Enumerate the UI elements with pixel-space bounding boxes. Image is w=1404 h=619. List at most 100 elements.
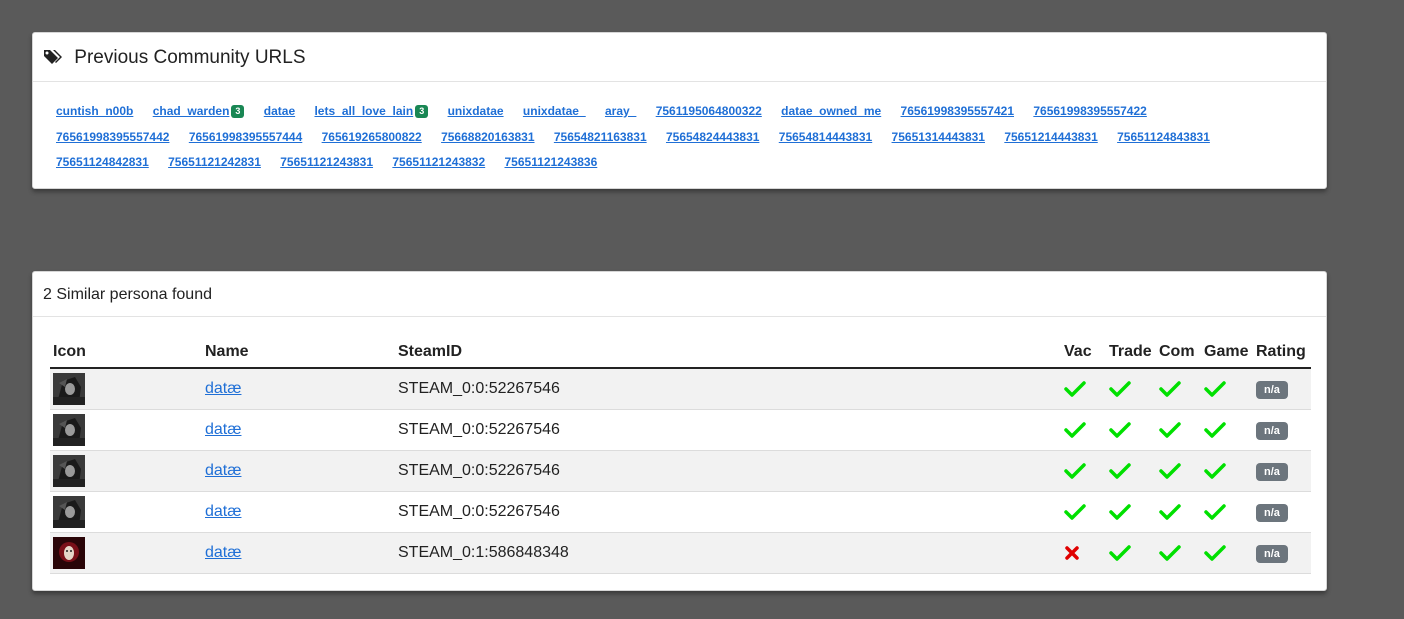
table-row: datæ STEAM_0:0:52267546 n/a [50,368,1311,410]
community-url-label: 75651124843831 [1117,129,1210,144]
community-url-label: 76561998395557422 [1033,104,1147,118]
table-row: datæ STEAM_0:0:52267546 n/a [50,491,1311,533]
check-icon [1204,421,1250,439]
community-url-link[interactable]: unixdatae_ [523,104,586,118]
community-url-link[interactable]: 75654814443831 [779,130,872,144]
url-list: cuntish_n00b chad_warden 3 datae lets_all… [56,99,1286,176]
community-url-label: chad_warden [152,104,230,118]
community-url-label: 75651121243832 [392,155,486,169]
avatar[interactable] [53,455,199,487]
persona-name-link[interactable]: datæ [205,503,241,520]
name-cell: datæ [202,450,395,492]
avatar-cell [50,532,202,574]
game-status-cell [1201,450,1253,492]
avatar[interactable] [53,537,199,569]
steamid-cell: STEAM_0:1:586848348 [395,532,1061,574]
community-url-link[interactable]: 76561998395557444 [189,130,302,144]
name-cell: datæ [202,491,395,533]
rating-badge: n/a [1256,462,1288,481]
community-url-link[interactable]: cuntish_n00b [56,104,133,118]
table-row: datæ STEAM_0:0:52267546 n/a [50,450,1311,492]
rating-badge: n/a [1256,421,1288,440]
vac-status-cell [1061,368,1106,410]
persona-table: Icon Name SteamID Vac Trade Com Game Rat… [50,337,1311,574]
community-url-link[interactable]: 75654824443831 [666,130,759,144]
check-icon [1159,380,1198,398]
com-status-cell [1156,491,1201,533]
community-url-link[interactable]: 7561195064800322 [656,104,762,118]
community-url-link[interactable]: 75651124843831 [1117,130,1210,144]
check-icon [1159,503,1198,521]
table-header-row: Icon Name SteamID Vac Trade Com Game Rat… [50,337,1311,369]
community-url-link[interactable]: chad_warden 3 [153,104,245,118]
steamid-cell: STEAM_0:0:52267546 [395,450,1061,492]
community-url-label: datae_owned_me [781,104,882,118]
check-icon [1109,380,1153,398]
persona-name-link[interactable]: datæ [205,380,241,397]
community-url-link[interactable]: datae_owned_me [781,104,881,118]
vac-status-cell [1061,491,1106,533]
community-url-link[interactable]: unixdatae [448,104,504,118]
trade-status-cell [1106,409,1156,451]
trade-status-cell [1106,368,1156,410]
community-url-link[interactable]: 75654821163831 [554,130,647,144]
community-url-link[interactable]: 76561998395557422 [1033,104,1146,118]
similar-persona-card: 2 Similar persona found Icon Name SteamI… [32,271,1327,591]
rating-cell: n/a [1253,409,1311,451]
col-name-header: Name [202,337,395,369]
trade-status-cell [1106,450,1156,492]
name-cell: datæ [202,368,395,410]
com-status-cell [1156,450,1201,492]
avatar[interactable] [53,496,199,528]
check-icon [1064,503,1103,521]
community-url-label: 75651121243836 [504,155,598,169]
persona-name-link[interactable]: datæ [205,421,241,438]
community-url-link[interactable]: 75651214443831 [1004,130,1097,144]
game-status-cell [1201,491,1253,533]
rating-badge: n/a [1256,503,1288,522]
community-url-link[interactable]: 75668820163831 [441,130,534,144]
avatar[interactable] [53,414,199,446]
community-url-link[interactable]: 75651121243831 [280,155,373,169]
previous-urls-header: Previous Community URLS [33,33,1326,82]
url-count-badge: 3 [415,105,429,118]
community-url-label: 75668820163831 [441,129,535,144]
com-status-cell [1156,409,1201,451]
avatar[interactable] [53,373,199,405]
similar-persona-title: 2 Similar persona found [43,286,212,303]
check-icon [1109,462,1153,480]
community-url-label: unixdatae [447,104,504,118]
similar-persona-header: 2 Similar persona found [33,272,1326,317]
avatar-cell [50,491,202,533]
persona-name-link[interactable]: datæ [205,462,241,479]
rating-cell: n/a [1253,368,1311,410]
community-url-label: aray_ [604,104,637,118]
rating-badge: n/a [1256,544,1288,563]
table-row: datæ STEAM_0:0:52267546 n/a [50,409,1311,451]
community-url-link[interactable]: 75651314443831 [892,130,985,144]
tags-icon [43,48,65,72]
name-cell: datæ [202,532,395,574]
community-url-link[interactable]: 765619265800822 [322,130,422,144]
community-url-label: unixdatae_ [522,104,586,118]
community-url-link[interactable]: datae [264,104,295,118]
community-url-link[interactable]: 76561998395557421 [901,104,1014,118]
community-url-link[interactable]: 76561998395557442 [56,130,169,144]
col-vac-header: Vac [1061,337,1106,369]
community-url-link[interactable]: 75651121243832 [392,155,485,169]
community-url-label: cuntish_n00b [56,104,134,118]
persona-table-body: datæ STEAM_0:0:52267546 n/a datæ STEAM_0:0:5… [50,368,1311,574]
community-url-link[interactable]: lets_all_love_lain 3 [314,104,429,118]
col-icon-header: Icon [50,337,202,369]
community-url-link[interactable]: 75651124842831 [56,155,149,169]
community-url-link[interactable]: 75651121242831 [168,155,261,169]
check-icon [1109,503,1153,521]
community-url-link[interactable]: aray_ [605,104,636,118]
persona-name-link[interactable]: datæ [205,544,241,561]
table-row: datæ STEAM_0:1:586848348 n/a [50,532,1311,574]
vac-status-cell [1061,532,1106,574]
community-url-label: 75651314443831 [891,129,985,144]
community-url-link[interactable]: 75651121243836 [505,155,598,169]
game-status-cell [1201,368,1253,410]
community-url-label: 75654824443831 [665,129,760,144]
